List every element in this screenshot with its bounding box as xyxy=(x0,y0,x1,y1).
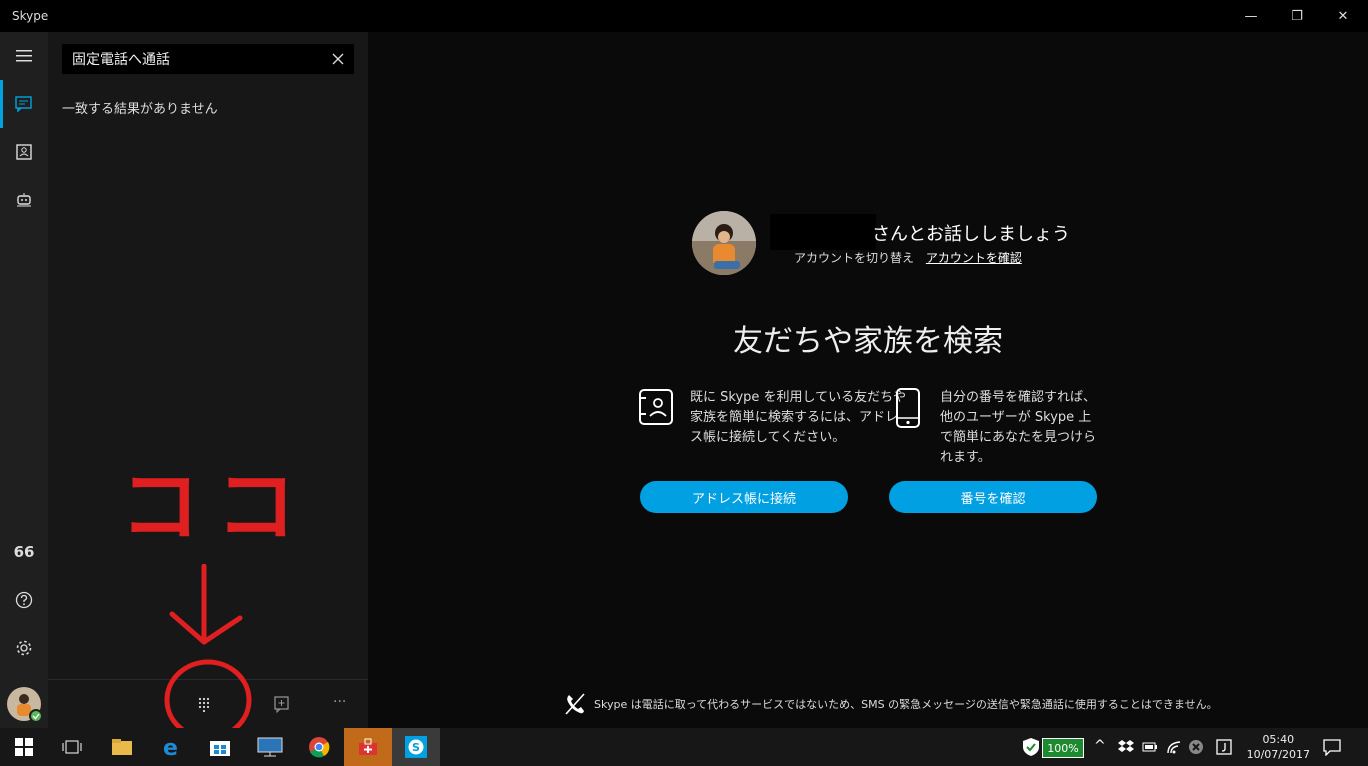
avatar xyxy=(7,687,42,722)
taskbar-file-explorer[interactable] xyxy=(98,728,146,766)
verify-number-button[interactable]: 番号を確認 xyxy=(889,481,1097,513)
edge-icon: e xyxy=(163,736,178,758)
task-view-icon xyxy=(62,740,82,754)
windows-logo-icon xyxy=(15,738,33,756)
rail-settings[interactable] xyxy=(0,624,48,672)
emergency-disclaimer: Skype は電話に取って代わるサービスではないため、SMS の緊急メッセージの… xyxy=(564,692,1364,716)
clock-date: 10/07/2017 xyxy=(1246,748,1310,761)
user-photo xyxy=(692,211,756,275)
taskbar-chrome[interactable] xyxy=(295,728,343,766)
monitor-icon xyxy=(257,737,283,757)
window-title: Skype xyxy=(12,9,49,23)
shield-icon xyxy=(1023,738,1039,756)
chat-icon xyxy=(15,96,32,112)
windows-taskbar: e S 100% ^ 05:40 10/07/2017 xyxy=(0,728,1368,766)
phone-icon xyxy=(896,388,920,428)
search-input[interactable]: 固定電話へ通話 xyxy=(72,49,170,69)
search-box[interactable]: 固定電話へ通話 xyxy=(62,44,354,74)
action-center-button[interactable] xyxy=(1322,738,1342,760)
rail-bots[interactable] xyxy=(0,176,48,224)
no-results-text: 一致する結果がありません xyxy=(62,102,218,117)
feature-verify-number: 自分の番号を確認すれば、他のユーザーが Skype 上で簡単にあなたを見つけられ… xyxy=(896,388,1100,468)
profile-avatar[interactable] xyxy=(0,680,48,728)
battery-indicator[interactable]: 100% xyxy=(1042,738,1084,758)
user-avatar xyxy=(692,211,756,275)
page-heading: 友だちや家族を検索 xyxy=(368,316,1368,360)
taskbar-edge[interactable]: e xyxy=(148,728,196,766)
help-icon xyxy=(15,591,33,609)
verify-account-link[interactable]: アカウントを確認 xyxy=(926,251,1022,265)
new-chat-button[interactable] xyxy=(273,695,291,717)
annotation-arrow xyxy=(169,564,243,645)
feature-address-book: 既に Skype を利用している友だちや家族を簡単に検索するには、アドレス帳に接… xyxy=(639,388,910,448)
task-view-button[interactable] xyxy=(48,728,96,766)
folder-icon xyxy=(112,739,132,755)
taskbar-lenovo[interactable] xyxy=(246,728,294,766)
main-content: さんとお話ししましょう アカウントを切り替え アカウントを確認 友だちや家族を検… xyxy=(368,32,1368,728)
address-book-icon xyxy=(639,389,673,425)
minimize-button[interactable]: — xyxy=(1228,0,1274,32)
feature-left-text: 既に Skype を利用している友だちや家族を簡単に検索するには、アドレス帳に接… xyxy=(690,390,907,445)
taskbar-app-orange[interactable] xyxy=(344,728,392,766)
wifi-icon xyxy=(1167,741,1181,754)
feature-right-text: 自分の番号を確認すれば、他のユーザーが Skype 上で簡単にあなたを見つけられ… xyxy=(940,390,1097,465)
notification-icon xyxy=(1323,739,1341,757)
heading-text: 友だちや家族を検索 xyxy=(733,324,1003,359)
greeting-text: さんとお話ししましょう xyxy=(872,224,1070,245)
menu-button[interactable] xyxy=(0,32,48,80)
new-chat-icon xyxy=(274,696,289,714)
gear-icon xyxy=(16,640,32,656)
battery-tray-icon xyxy=(1142,742,1157,752)
skype-icon: S xyxy=(405,736,427,758)
rail-help[interactable] xyxy=(0,576,48,624)
taskbar-store[interactable] xyxy=(196,728,244,766)
disclaimer-text: Skype は電話に取って代わるサービスではないため、SMS の緊急メッセージの… xyxy=(594,698,1218,711)
power-tray[interactable] xyxy=(1142,739,1158,759)
svg-text:e: e xyxy=(163,736,178,758)
wifi-tray[interactable] xyxy=(1166,739,1182,759)
rail-highlights[interactable]: 66 xyxy=(0,528,48,576)
dropbox-icon xyxy=(1118,740,1134,752)
rail-chats[interactable] xyxy=(0,80,48,128)
annotation-koko: ココ xyxy=(120,466,296,542)
no-emergency-call-icon xyxy=(565,693,585,715)
clear-search-icon[interactable] xyxy=(330,51,346,67)
maximize-button[interactable]: ❐ xyxy=(1274,0,1320,32)
ime-icon xyxy=(1216,739,1232,755)
connect-address-book-button[interactable]: アドレス帳に接続 xyxy=(640,481,848,513)
annotation-koko-text: ココ xyxy=(120,466,296,542)
close-button[interactable]: ✕ xyxy=(1320,0,1366,32)
chevron-up-icon[interactable]: ^ xyxy=(1094,738,1106,754)
store-icon xyxy=(210,741,230,756)
clock[interactable]: 05:40 10/07/2017 xyxy=(1247,732,1310,762)
clock-time: 05:40 xyxy=(1262,733,1295,746)
nav-rail: 66 xyxy=(0,32,48,728)
start-button[interactable] xyxy=(0,728,48,766)
volume-tray[interactable] xyxy=(1188,739,1204,759)
more-options-button[interactable]: ··· xyxy=(333,694,346,710)
rail-contacts[interactable] xyxy=(0,128,48,176)
title-bar: Skype — ❐ ✕ xyxy=(0,0,1368,32)
svg-text:S: S xyxy=(412,741,420,754)
toolbox-icon xyxy=(359,738,377,755)
mute-icon xyxy=(1189,740,1203,754)
hamburger-icon xyxy=(16,50,32,62)
taskbar-skype[interactable]: S xyxy=(392,728,440,766)
chrome-icon xyxy=(309,737,330,758)
dropbox-tray[interactable] xyxy=(1118,739,1134,759)
account-links: アカウントを切り替え アカウントを確認 xyxy=(794,249,1030,266)
redacted-name xyxy=(770,214,876,250)
switch-account-link[interactable]: アカウントを切り替え xyxy=(794,251,914,265)
contacts-icon xyxy=(16,144,32,160)
bot-icon xyxy=(17,193,31,207)
defender-icon-wrap[interactable] xyxy=(1022,737,1040,761)
ime-tray[interactable] xyxy=(1216,739,1232,759)
